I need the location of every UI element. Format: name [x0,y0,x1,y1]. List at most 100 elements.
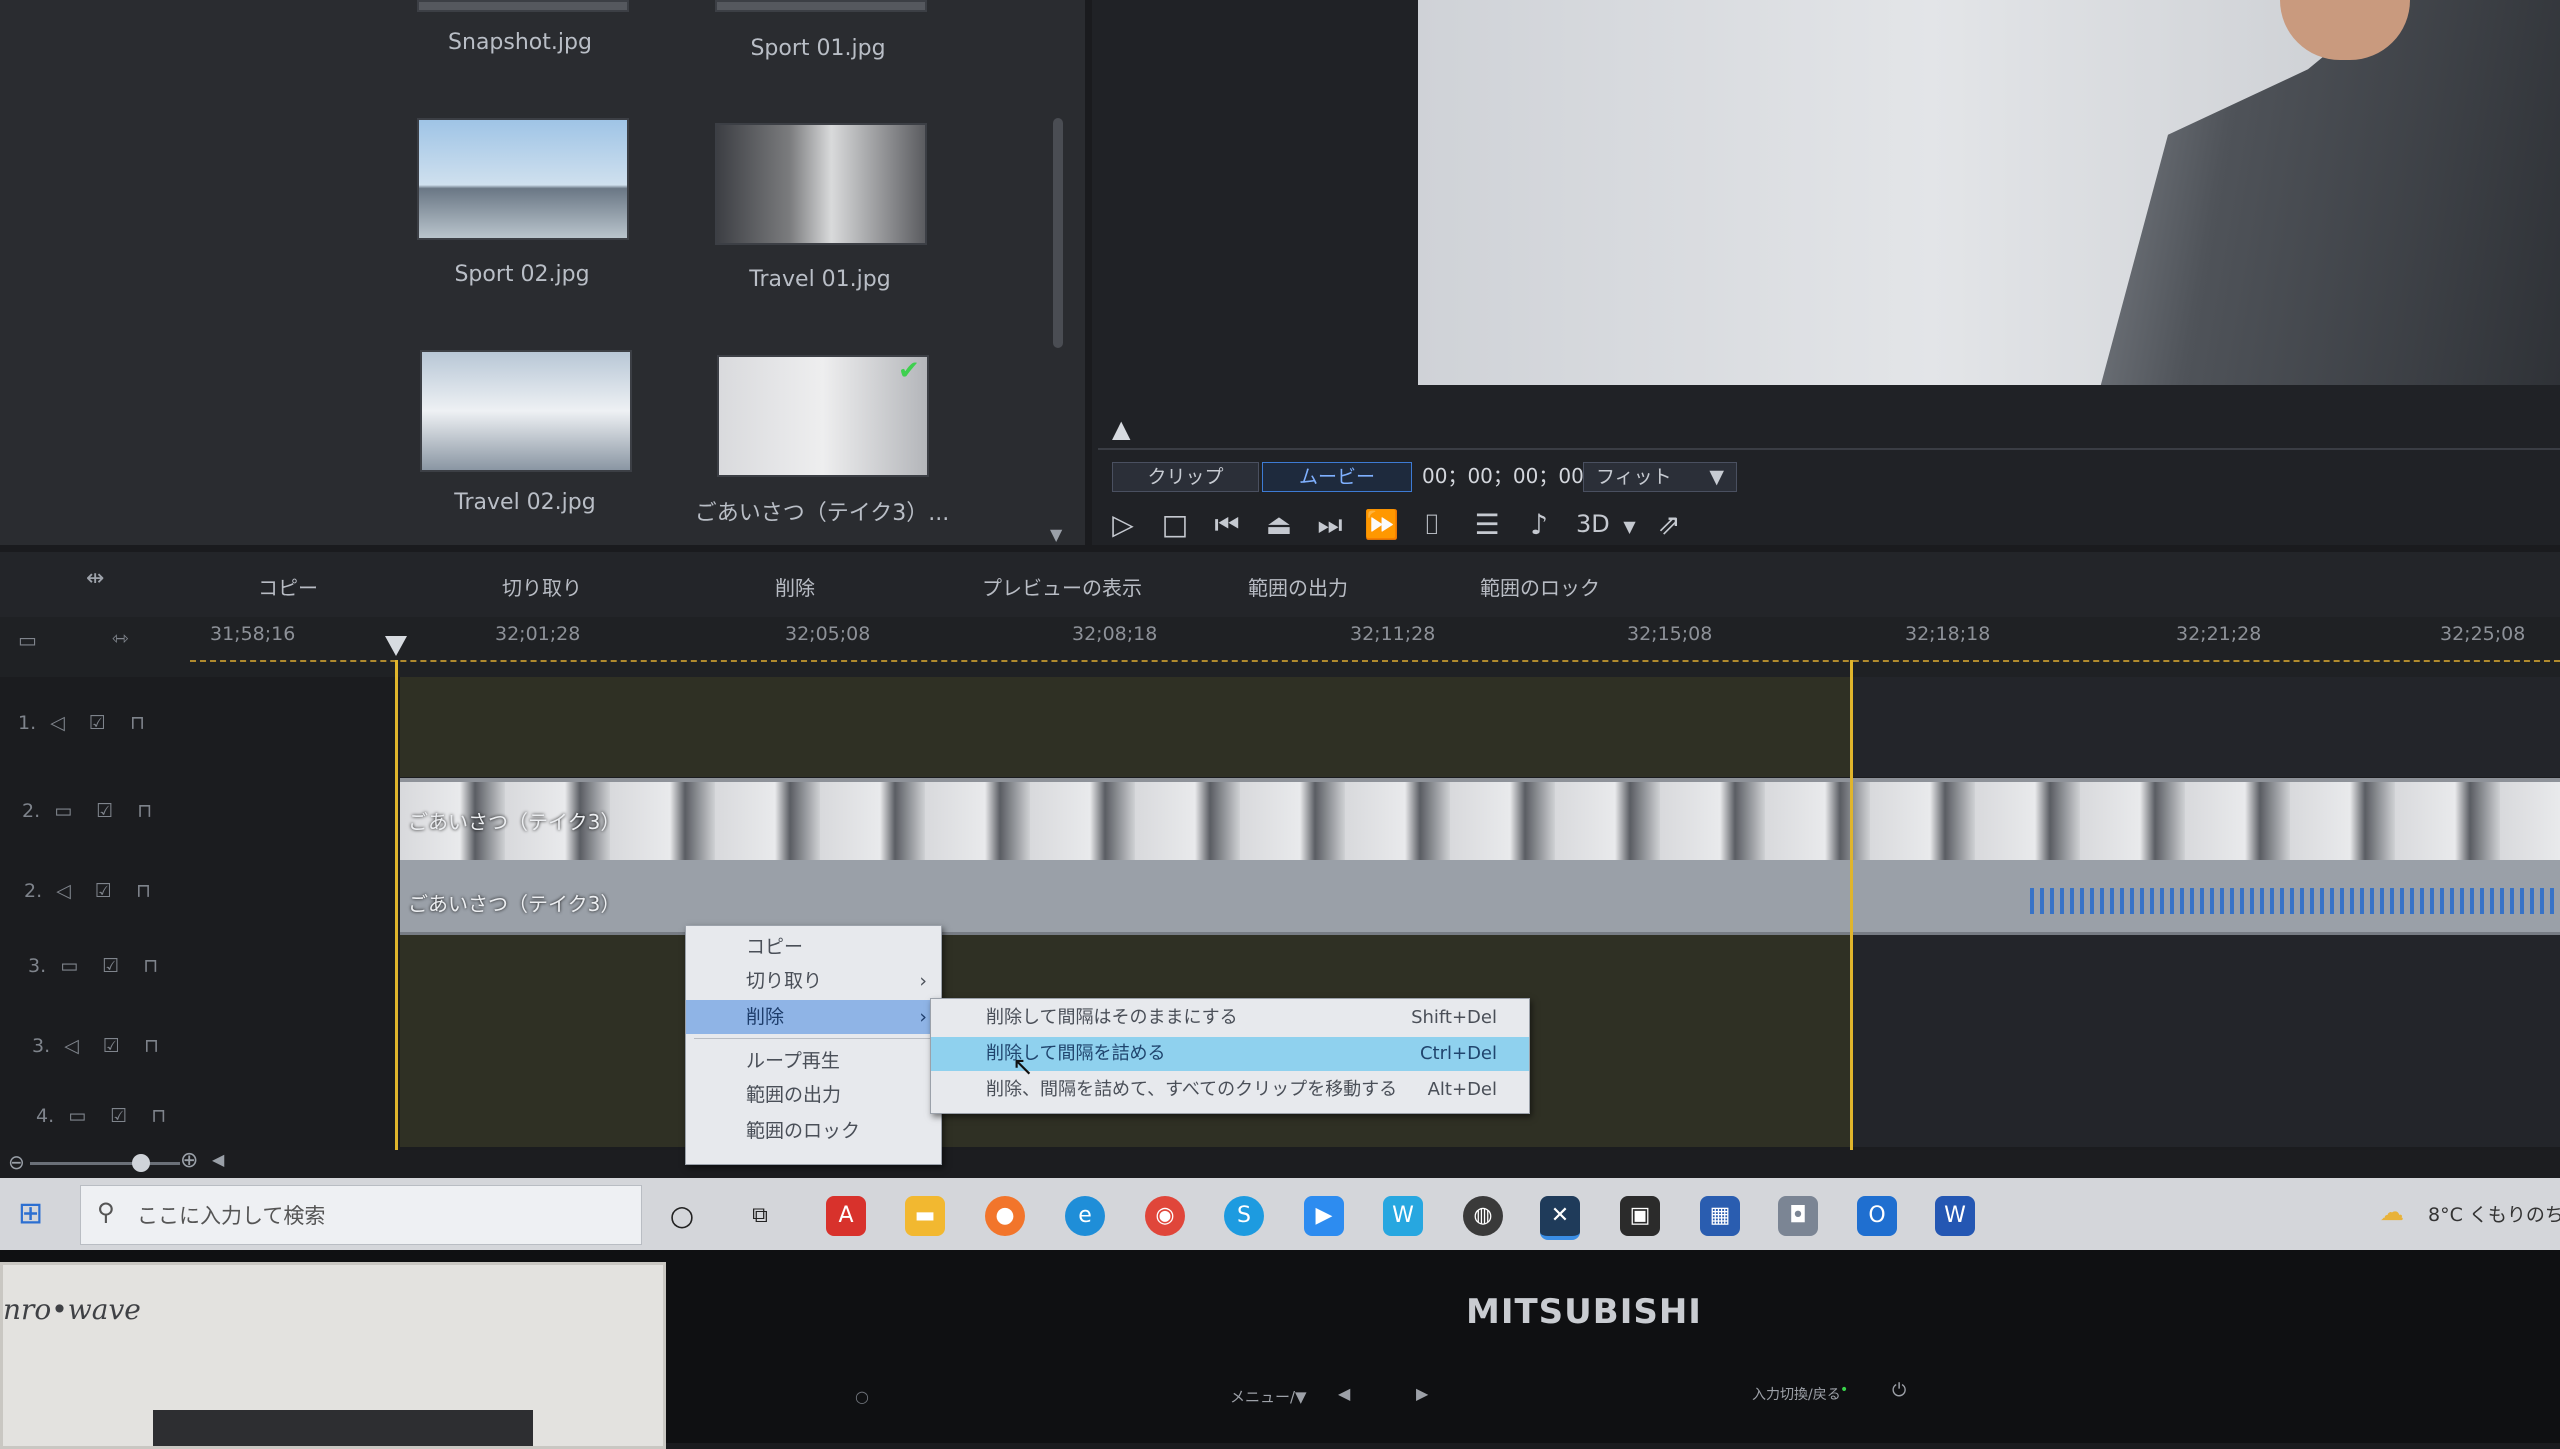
menu-item-range-lock[interactable]: 範囲のロック [686,1114,941,1148]
video-track-icon[interactable]: ▭ [54,800,72,822]
lock-icon[interactable]: ⊓ [136,880,151,902]
word-icon[interactable]: W [1935,1196,1975,1236]
outlook-icon[interactable]: O [1857,1196,1897,1236]
windows-start-icon[interactable]: ⊞ [18,1196,43,1231]
track-3-4-area-outside[interactable] [1850,935,2560,1147]
split-icon[interactable]: ⇹ [86,566,104,591]
track-enable-checkbox[interactable]: ☑ [110,1105,127,1127]
shortcut-label: Alt+Del [1427,1079,1497,1100]
track-enable-checkbox[interactable]: ☑ [95,880,112,902]
powerdirector-icon[interactable]: ✕ [1540,1196,1580,1240]
taskbar-search-box[interactable]: ⚲ ここに入力して検索 [80,1185,642,1245]
video-app-icon[interactable]: ▣ [1620,1196,1660,1236]
menu-item-label: 範囲の出力 [746,1084,842,1106]
menu-item-delete[interactable]: 削除 › [686,1000,941,1034]
subtitle-icon[interactable]: ☰ [1470,508,1504,542]
monitor-power-icon[interactable]: ⏻ [1892,1380,1906,1401]
edge-icon[interactable]: e [1065,1196,1105,1236]
video-track-icon[interactable]: ▭ [60,955,78,977]
show-preview-button[interactable]: プレビューの表示 [982,572,1142,601]
track-enable-checkbox[interactable]: ☑ [89,712,106,734]
app-w-icon[interactable]: W [1383,1196,1423,1236]
menu-item-loop[interactable]: ループ再生 [686,1044,941,1078]
volume-icon[interactable]: ♪ [1522,508,1556,542]
speaker-icon[interactable]: ◁ [50,712,65,734]
video-clip[interactable] [400,778,2560,864]
track-enable-checkbox[interactable]: ☑ [103,1035,120,1057]
chrome-icon[interactable]: ◉ [1145,1196,1185,1236]
zoom-out-icon[interactable]: ⊖ [8,1150,25,1174]
play-icon[interactable]: ▷ [1106,508,1140,542]
fit-dropdown[interactable]: フィット ▼ [1583,462,1737,492]
track-enable-checkbox[interactable]: ☑ [102,955,119,977]
menu-item-copy[interactable]: コピー [686,930,941,964]
track-1-area-outside[interactable] [1850,677,2560,777]
video-track-icon[interactable]: ▭ [68,1105,86,1127]
zoom-in-icon[interactable]: ⊕ [180,1148,198,1173]
range-start-handle-icon[interactable] [385,636,407,656]
step-icon[interactable]: ⏏ [1262,508,1296,542]
next-frame-icon[interactable]: ⏭ [1313,508,1347,542]
monitor-left-button-icon[interactable]: ◀ [1338,1384,1350,1403]
photo-director-icon[interactable]: ▦ [1700,1196,1740,1236]
monitor-right-button-icon[interactable]: ▶ [1416,1384,1428,1403]
lock-icon[interactable]: ⊓ [151,1105,166,1127]
submenu-arrow-icon: › [919,1006,927,1028]
3d-button[interactable]: 3D ▼ [1576,510,1636,538]
range-start-line[interactable] [395,660,398,1150]
acrobat-icon[interactable]: A [826,1196,866,1236]
file-explorer-icon[interactable]: ▬ [905,1196,945,1236]
submenu-item-delete-keep-gap[interactable]: 削除して間隔はそのままにする Shift+Del [931,1001,1529,1035]
preview-seekbar[interactable] [1098,448,2560,450]
fast-forward-icon[interactable]: ⏩ [1364,508,1399,542]
copy-button[interactable]: コピー [258,572,318,601]
zoom-icon[interactable]: ▶ [1304,1196,1344,1236]
skype-icon[interactable]: S [1224,1196,1264,1236]
thumb-snapshot[interactable] [417,0,629,12]
range-output-button[interactable]: 範囲の出力 [1248,572,1348,601]
speaker-icon[interactable]: ◁ [56,880,71,902]
menu-item-cut[interactable]: 切り取り › [686,964,941,998]
paper-text: nro•wave [3,1293,141,1326]
cut-button[interactable]: 切り取り [502,572,582,601]
thumb-travel02[interactable] [420,350,632,472]
chevron-down-icon: ▼ [1623,517,1636,536]
zoom-slider[interactable] [30,1162,180,1165]
scroll-down-icon[interactable]: ▼ [1050,525,1062,544]
weather-text[interactable]: 8°C くもりのち晴 [2428,1200,2560,1227]
scroll-left-icon[interactable]: ◀ [212,1150,224,1169]
thumb-sport01[interactable] [715,0,927,12]
external-display-icon[interactable]: ⇗ [1652,508,1686,542]
cortana-icon[interactable]: ○ [662,1196,702,1236]
track-enable-checkbox[interactable]: ☑ [96,800,113,822]
menu-item-range-output[interactable]: 範囲の出力 [686,1078,941,1112]
lock-icon[interactable]: ⊓ [130,712,145,734]
mode-clip-button[interactable]: クリップ [1112,462,1259,492]
lock-icon[interactable]: ⊓ [137,800,152,822]
snapshot-camera-icon[interactable]: ⌷ [1415,508,1449,542]
zoom-slider-thumb[interactable] [132,1154,150,1172]
mode-movie-button[interactable]: ムービー [1262,462,1412,492]
range-end-line[interactable] [1850,660,1853,1150]
track-1-area[interactable] [400,677,1850,777]
firefox-icon[interactable]: ● [985,1196,1025,1236]
thumb-sport02[interactable] [417,118,629,240]
playhead-marker-icon[interactable]: ▲ [1112,415,1130,443]
prev-frame-icon[interactable]: ⏮ [1210,508,1244,542]
library-item-label: ごあいさつ（テイク3）... [694,501,950,526]
library-scrollbar[interactable] [1053,118,1063,348]
camera-icon[interactable]: ◘ [1778,1196,1818,1236]
lock-icon[interactable]: ⊓ [144,1035,159,1057]
search-icon: ⚲ [97,1198,115,1226]
obs-icon[interactable]: ◍ [1463,1196,1503,1236]
thumb-travel01[interactable] [715,123,927,245]
fit-timeline-icon[interactable]: ⇿ [112,626,129,650]
lock-icon[interactable]: ⊓ [143,955,158,977]
range-lock-button[interactable]: 範囲のロック [1480,572,1600,601]
stop-icon[interactable]: □ [1158,508,1192,542]
speaker-icon[interactable]: ◁ [64,1035,79,1057]
task-view-icon[interactable]: ⧉ [740,1196,780,1236]
delete-button[interactable]: 削除 [775,572,815,601]
timecode-display[interactable]: 00；00；00；00 [1422,462,1584,490]
track-settings-icon[interactable]: ▭ [18,628,37,652]
